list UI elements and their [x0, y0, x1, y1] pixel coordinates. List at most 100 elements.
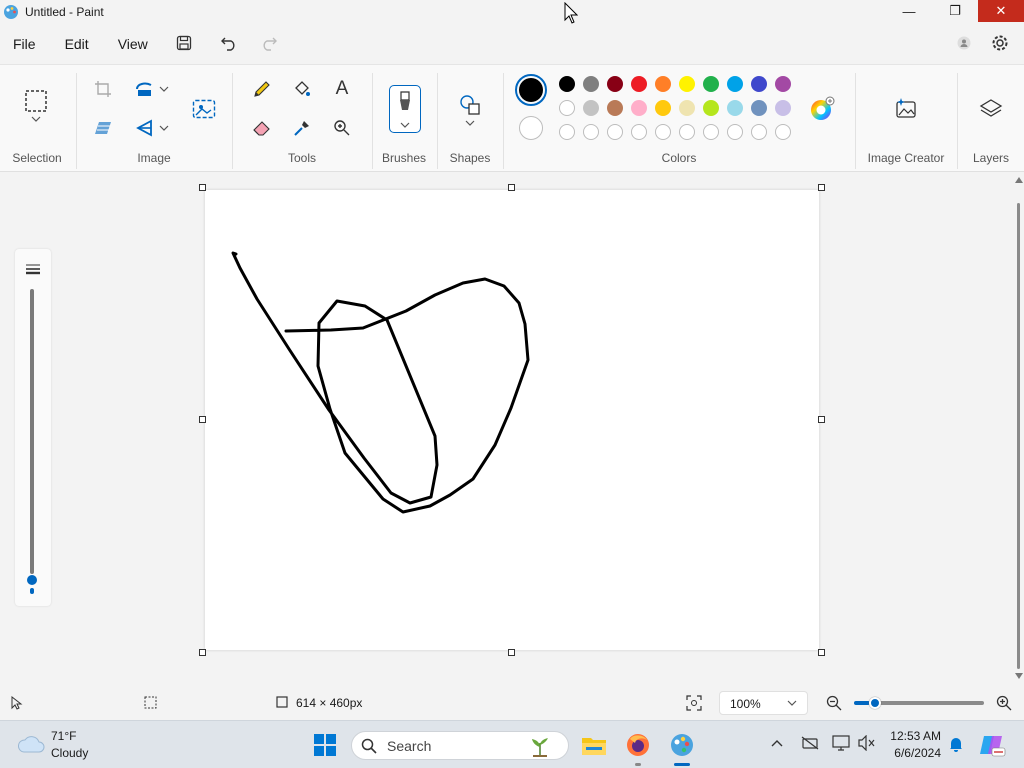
- menu-file[interactable]: File: [13, 32, 36, 56]
- network-disconnected-icon[interactable]: [801, 736, 819, 750]
- image-creator-icon[interactable]: [892, 95, 920, 123]
- color-swatch[interactable]: [679, 76, 695, 92]
- brush-size-slider-fill: [30, 588, 34, 594]
- rotate-chevron-down-icon[interactable]: [154, 114, 174, 142]
- secondary-color-button[interactable]: [519, 116, 543, 140]
- pencil-icon[interactable]: [248, 75, 276, 103]
- vertical-scrollbar[interactable]: [1013, 173, 1024, 686]
- drawing-canvas[interactable]: [205, 190, 819, 650]
- custom-color-slot[interactable]: [631, 124, 647, 140]
- save-icon[interactable]: [173, 32, 195, 54]
- color-swatch[interactable]: [751, 100, 767, 116]
- account-icon[interactable]: [953, 32, 975, 54]
- resize-chevron-down-icon[interactable]: [154, 75, 174, 103]
- color-swatch[interactable]: [679, 100, 695, 116]
- brush-size-slider-thumb[interactable]: [27, 575, 37, 585]
- zoom-slider-thumb[interactable]: [869, 697, 881, 709]
- color-swatch[interactable]: [631, 100, 647, 116]
- brush-size-slider-track[interactable]: [30, 289, 34, 574]
- scrollbar-thumb[interactable]: [1017, 203, 1020, 669]
- chevron-up-icon[interactable]: [771, 739, 783, 747]
- custom-color-slot[interactable]: [751, 124, 767, 140]
- windows-start-icon[interactable]: [311, 731, 339, 759]
- zoom-out-icon[interactable]: [826, 695, 842, 711]
- menu-edit[interactable]: Edit: [65, 32, 89, 56]
- color-swatch[interactable]: [727, 100, 743, 116]
- custom-color-slot[interactable]: [583, 124, 599, 140]
- divider: [232, 73, 233, 169]
- skew-icon[interactable]: [89, 114, 117, 142]
- custom-color-slot[interactable]: [703, 124, 719, 140]
- custom-color-slot[interactable]: [559, 124, 575, 140]
- color-swatch[interactable]: [559, 76, 575, 92]
- color-picker-icon[interactable]: [288, 114, 316, 142]
- color-swatch[interactable]: [655, 100, 671, 116]
- minimize-button[interactable]: —: [886, 0, 932, 22]
- resize-handle-left[interactable]: [199, 416, 206, 423]
- crop-icon[interactable]: [89, 75, 117, 103]
- resize-handle-bottom-left[interactable]: [199, 649, 206, 656]
- group-label-brushes: Brushes: [381, 151, 427, 165]
- color-swatch[interactable]: [559, 100, 575, 116]
- redo-icon[interactable]: [258, 32, 280, 54]
- restore-button[interactable]: ❐: [932, 0, 978, 22]
- zoom-level-select[interactable]: 100%: [719, 691, 808, 715]
- color-swatch[interactable]: [607, 76, 623, 92]
- resize-handle-top-right[interactable]: [818, 184, 825, 191]
- zoom-in-icon[interactable]: [996, 695, 1012, 711]
- color-swatch[interactable]: [775, 100, 791, 116]
- magnifier-icon[interactable]: [328, 114, 356, 142]
- taskbar: 71°F Cloudy Search 12:53 AM 6/6/2024: [0, 720, 1024, 768]
- scroll-up-arrow-icon[interactable]: [1015, 177, 1023, 183]
- shapes-chevron-down-icon[interactable]: [456, 115, 484, 131]
- color-swatch[interactable]: [727, 76, 743, 92]
- brushes-button[interactable]: [389, 85, 421, 133]
- primary-color-button[interactable]: [515, 74, 547, 106]
- color-swatch[interactable]: [703, 76, 719, 92]
- resize-handle-right[interactable]: [818, 416, 825, 423]
- menu-view[interactable]: View: [118, 32, 148, 56]
- custom-color-slot[interactable]: [607, 124, 623, 140]
- remove-background-icon[interactable]: [190, 95, 218, 123]
- group-label-shapes: Shapes: [449, 151, 491, 165]
- copilot-icon[interactable]: [978, 731, 1006, 759]
- taskbar-search-box[interactable]: Search: [351, 731, 569, 760]
- resize-handle-bottom-right[interactable]: [818, 649, 825, 656]
- zoom-slider-track[interactable]: [870, 701, 984, 705]
- cloudy-weather-icon[interactable]: [17, 734, 45, 754]
- color-swatch[interactable]: [703, 100, 719, 116]
- layers-icon[interactable]: [977, 95, 1005, 123]
- settings-gear-icon[interactable]: [989, 32, 1011, 54]
- file-explorer-icon[interactable]: [580, 731, 608, 759]
- edit-colors-icon[interactable]: [808, 95, 836, 123]
- color-swatch[interactable]: [751, 76, 767, 92]
- notification-bell-icon[interactable]: [949, 735, 963, 753]
- custom-color-slot[interactable]: [655, 124, 671, 140]
- color-swatch[interactable]: [631, 76, 647, 92]
- custom-color-slot[interactable]: [727, 124, 743, 140]
- color-swatch[interactable]: [607, 100, 623, 116]
- resize-handle-top-left[interactable]: [199, 184, 206, 191]
- eraser-icon[interactable]: [248, 114, 276, 142]
- paint-taskbar-icon[interactable]: [668, 731, 696, 759]
- custom-color-slot[interactable]: [679, 124, 695, 140]
- fill-bucket-icon[interactable]: [288, 75, 316, 103]
- fit-to-window-icon[interactable]: [686, 695, 702, 711]
- clock-time[interactable]: 12:53 AM: [887, 729, 941, 743]
- text-icon[interactable]: A: [328, 75, 356, 103]
- resize-handle-bottom[interactable]: [508, 649, 515, 656]
- color-swatch[interactable]: [775, 76, 791, 92]
- color-swatch[interactable]: [655, 76, 671, 92]
- close-button[interactable]: ✕: [978, 0, 1024, 22]
- selection-chevron-down-icon[interactable]: [22, 111, 50, 127]
- clock-date[interactable]: 6/6/2024: [887, 746, 941, 760]
- undo-icon[interactable]: [218, 32, 240, 54]
- scroll-down-arrow-icon[interactable]: [1015, 673, 1023, 679]
- speaker-muted-icon[interactable]: [858, 735, 876, 751]
- firefox-icon[interactable]: [624, 731, 652, 759]
- color-swatch[interactable]: [583, 100, 599, 116]
- resize-handle-top[interactable]: [508, 184, 515, 191]
- display-icon[interactable]: [832, 735, 850, 751]
- color-swatch[interactable]: [583, 76, 599, 92]
- custom-color-slot[interactable]: [775, 124, 791, 140]
